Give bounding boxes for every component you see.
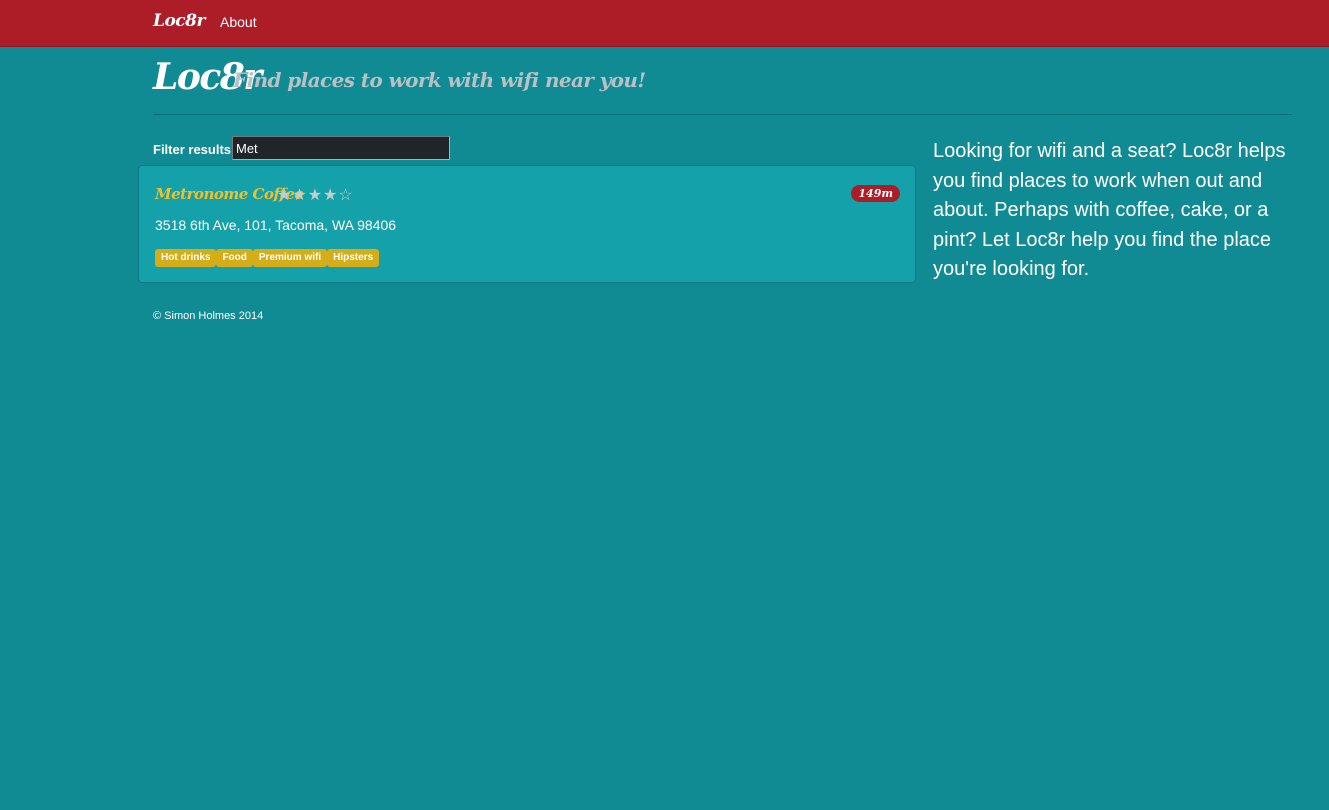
location-card: Metronome Coffee ★★★★☆ 149m 3518 6th Ave… bbox=[138, 165, 916, 283]
filter-label: Filter results bbox=[153, 142, 232, 157]
footer: © Simon Holmes 2014 bbox=[153, 310, 264, 322]
filter-input[interactable] bbox=[232, 136, 450, 160]
rating-stars: ★★★★☆ bbox=[277, 187, 354, 204]
navbar: Loc8r About bbox=[0, 0, 1329, 47]
location-address: 3518 6th Ave, 101, Tacoma, WA 98406 bbox=[155, 217, 397, 233]
facility-badge: Hot drinks bbox=[155, 249, 217, 267]
sidebar-description: Looking for wifi and a seat? Loc8r helps… bbox=[933, 140, 1286, 280]
page-header: Loc8r Find places to work with wifi near… bbox=[153, 56, 1292, 115]
facility-badge: Hipsters bbox=[327, 249, 380, 267]
distance-badge: 149m bbox=[851, 185, 900, 202]
brand-link[interactable]: Loc8r bbox=[153, 11, 205, 31]
nav-about-link[interactable]: About bbox=[220, 14, 257, 30]
facility-badge: Food bbox=[216, 249, 253, 267]
facility-badge: Premium wifi bbox=[252, 249, 328, 267]
facilities-list: Hot drinks Food Premium wifi Hipsters bbox=[155, 249, 380, 267]
page-tagline: Find places to work with wifi near you! bbox=[233, 68, 646, 92]
